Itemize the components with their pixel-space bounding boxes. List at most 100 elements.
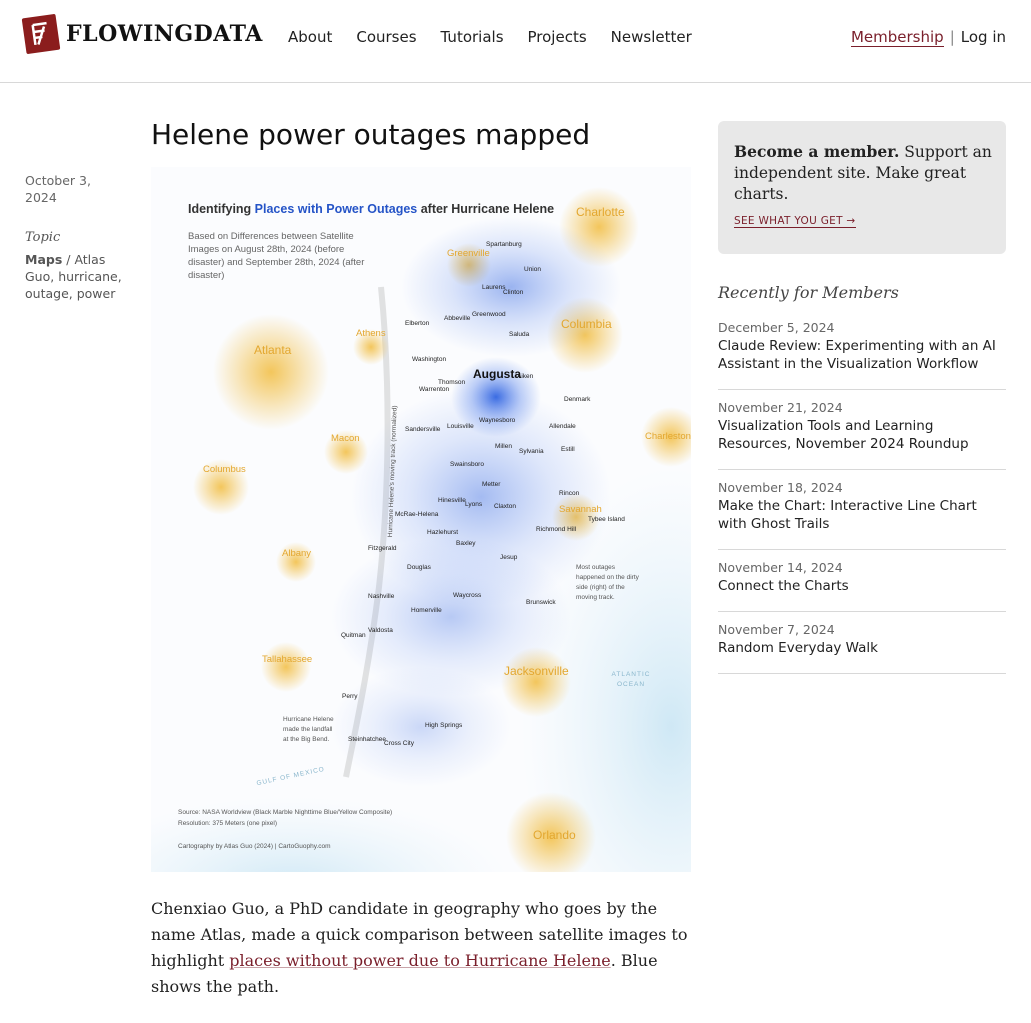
map-town-label: Abbeville (444, 315, 471, 322)
recent-item-title[interactable]: Connect the Charts (718, 577, 1006, 595)
post-date: October 3, 2024 (25, 172, 130, 206)
recent-members-list: December 5, 2024 Claude Review: Experime… (718, 310, 1006, 674)
nav-about[interactable]: About (288, 28, 332, 46)
membership-promo-box: Become a member. Support an independent … (718, 121, 1006, 254)
account-links: Membership | Log in (850, 28, 1006, 47)
map-note-landfall: Hurricane Helene made the landfall at th… (283, 716, 334, 743)
map-city-label: Macon (331, 433, 360, 444)
map-town-label: Elberton (405, 320, 430, 327)
map-credit: Cartography by Atlas Guo (2024) | CartoG… (178, 843, 331, 850)
recent-item[interactable]: December 5, 2024 Claude Review: Experime… (718, 310, 1006, 390)
map-town-label: Swainsboro (450, 461, 484, 468)
map-town-label: Homerville (411, 607, 442, 614)
map-town-label: Thomson (438, 379, 466, 386)
recent-item-title[interactable]: Make the Chart: Interactive Line Chart w… (718, 497, 1006, 533)
nav-tutorials[interactable]: Tutorials (441, 28, 504, 46)
membership-link[interactable]: Membership (850, 28, 944, 47)
outage-map-link[interactable]: places without power due to Hurricane He… (229, 951, 610, 970)
map-resolution: Resolution: 375 Meters (one pixel) (178, 820, 277, 827)
map-town-label: Denmark (564, 396, 591, 403)
map-town-label: Baxley (456, 540, 476, 547)
map-town-label: High Springs (425, 722, 463, 729)
map-town-label: Tybee Island (588, 516, 625, 523)
map-city-label: Charlotte (576, 205, 625, 219)
map-city-label: Atlanta (254, 343, 292, 357)
map-town-label: Sylvania (519, 448, 544, 455)
topic-label: Topic (25, 230, 61, 245)
map-town-label: Estill (561, 446, 575, 453)
map-town-label: Perry (342, 693, 358, 700)
map-town-label: Waynesboro (479, 417, 516, 424)
post-meta: October 3, 2024 Topic Maps / Atlas Guo, … (25, 172, 130, 302)
map-town-label: Jesup (500, 554, 518, 561)
map-city-label: Columbia (561, 317, 612, 331)
map-title: Identifying Places with Power Outages af… (188, 202, 554, 216)
map-town-label: Waycross (453, 592, 482, 599)
map-subtitle: Based on Differences between Satellite I… (188, 231, 365, 281)
map-town-label: Douglas (407, 564, 431, 571)
map-title-post: after Hurricane Helene (417, 202, 555, 216)
map-city-label: Athens (356, 328, 386, 339)
recent-item-date: November 7, 2024 (718, 622, 835, 637)
recent-item-date: December 5, 2024 (718, 320, 835, 335)
map-city-label: Tallahassee (262, 654, 313, 665)
nav-newsletter[interactable]: Newsletter (611, 28, 692, 46)
see-what-you-get-link[interactable]: SEE WHAT YOU GET → (734, 215, 856, 228)
recent-item-title[interactable]: Random Everyday Walk (718, 639, 1006, 657)
map-label-ocean: ATLANTIC OCEAN (611, 671, 651, 688)
map-town-label: Sandersville (405, 426, 441, 433)
map-city-label: Greenville (447, 248, 490, 259)
map-town-label: Lyons (465, 501, 483, 508)
map-town-label: Hazlehurst (427, 529, 459, 536)
map-town-label: Hinesville (438, 497, 466, 504)
recent-item[interactable]: November 18, 2024 Make the Chart: Intera… (718, 470, 1006, 550)
nav-projects[interactable]: Projects (528, 28, 587, 46)
post-date-line1: October 3, (25, 173, 91, 188)
map-city-label: Albany (282, 548, 312, 559)
map-town-label: Union (524, 266, 541, 273)
map-town-label: Allendale (549, 423, 576, 430)
map-town-label: Richmond Hill (536, 526, 577, 533)
map-town-label: Millen (495, 443, 512, 450)
map-town-label: Brunswick (526, 599, 556, 606)
map-city-label: Savannah (559, 504, 602, 515)
map-town-label: Fitzgerald (368, 545, 397, 552)
map-town-label: Laurens (482, 284, 506, 291)
recent-item[interactable]: November 21, 2024 Visualization Tools an… (718, 390, 1006, 470)
recent-item-title[interactable]: Claude Review: Experimenting with an AI … (718, 337, 1006, 373)
nav-courses[interactable]: Courses (356, 28, 416, 46)
membership-promo-text: Become a member. Support an independent … (734, 141, 992, 205)
recent-item[interactable]: November 14, 2024 Connect the Charts (718, 550, 1006, 612)
map-town-label: Clinton (503, 289, 524, 296)
map-town-label: Metter (482, 481, 501, 488)
recent-members-heading: Recently for Members (718, 283, 899, 302)
site-header: FLOWINGDATA About Courses Tutorials Proj… (0, 0, 1031, 83)
topic-list: Maps / Atlas Guo, hurricane, outage, pow… (25, 251, 130, 302)
map-source: Source: NASA Worldview (Black Marble Nig… (178, 809, 393, 816)
topic-maps-link[interactable]: Maps (25, 252, 62, 267)
post-date-line2: 2024 (25, 190, 57, 205)
recent-item-title[interactable]: Visualization Tools and Learning Resourc… (718, 417, 1006, 453)
map-town-label: Claxton (494, 503, 517, 510)
map-title-pre: Identifying (188, 202, 255, 216)
site-logo-text[interactable]: FLOWINGDATA (66, 21, 263, 47)
membership-promo-heading: Become a member. (734, 142, 900, 161)
map-city-label: Orlando (533, 828, 576, 842)
post-body-paragraph: Chenxiao Guo, a PhD candidate in geograp… (151, 896, 696, 1000)
map-town-label: Cross City (384, 740, 414, 747)
login-link[interactable]: Log in (961, 28, 1006, 46)
map-town-label: Washington (412, 356, 447, 363)
map-title-highlight: Places with Power Outages (254, 202, 418, 216)
topic-separator: / (66, 252, 71, 267)
recent-item-date: November 14, 2024 (718, 560, 843, 575)
main-nav: About Courses Tutorials Projects Newslet… (288, 28, 692, 46)
recent-item[interactable]: November 7, 2024 Random Everyday Walk (718, 612, 1006, 674)
map-city-label: Jacksonville (504, 664, 569, 678)
map-town-label: McRae-Helena (395, 511, 439, 518)
post-map-image: Identifying Places with Power Outages af… (151, 167, 691, 872)
map-town-label: Saluda (509, 331, 530, 338)
map-city-label: Columbus (203, 464, 246, 475)
flowingdata-logo-icon[interactable] (21, 13, 61, 55)
map-town-label: Steinhatchee (348, 736, 386, 743)
account-separator: | (949, 28, 955, 46)
